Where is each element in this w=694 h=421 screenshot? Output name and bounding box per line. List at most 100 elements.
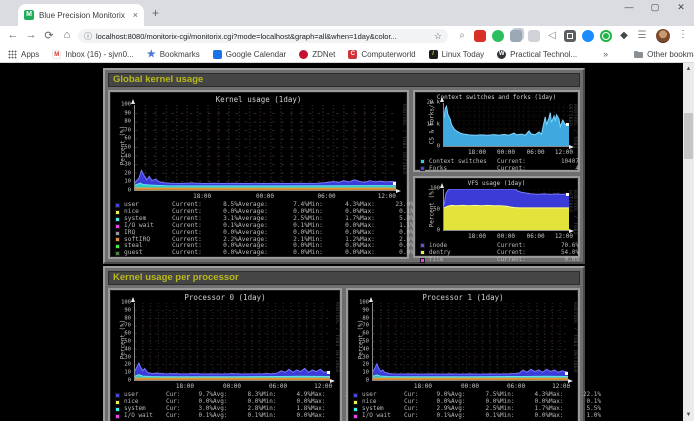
kernel-usage-graph[interactable]: Kernel usage (1day)Percent (%)0102030405… bbox=[108, 90, 409, 259]
x-axis-ticks: 18:0000:0006:0012:00 bbox=[443, 149, 569, 157]
graph-legend: userCur:9.0%Avg:7.5%Min:4.3%Max:22.1%nic… bbox=[353, 392, 575, 420]
processor-0-graph[interactable]: Processor 0 (1day)Percent (%)01020304050… bbox=[108, 288, 342, 421]
forward-icon[interactable]: → bbox=[24, 29, 38, 41]
bookmarks-overflow-chevron[interactable]: » bbox=[603, 49, 608, 59]
rrdtool-watermark: RRDTOOL / TOBI OETIKER bbox=[401, 104, 406, 175]
page-content: Global kernel usage Kernel usage (1day)P… bbox=[0, 63, 683, 421]
bookmark-inbox[interactable]: M Inbox (16) - sjvn0... bbox=[52, 50, 133, 59]
processor-1-graph[interactable]: Processor 1 (1day)Percent (%)01020304050… bbox=[346, 288, 580, 421]
gmail-extension-icon[interactable] bbox=[474, 30, 486, 42]
bookmark-apps[interactable]: Apps bbox=[8, 50, 39, 59]
legend-swatch-icon bbox=[115, 217, 120, 222]
graph-title: Processor 0 (1day) bbox=[110, 293, 340, 302]
speaker-extension-icon[interactable]: ◁ bbox=[546, 30, 558, 42]
legend-row: dentryCurrent:54.0% bbox=[420, 249, 575, 256]
bookmark-practical-technol[interactable]: W Practical Technol... bbox=[497, 50, 577, 59]
y-axis-ticks: 0102030405060708090100 bbox=[110, 303, 131, 381]
browser-menu-icon[interactable]: ⋮ bbox=[678, 29, 688, 40]
tab-strip: M Blue Precision Monitorix × + — ▢ ✕ bbox=[0, 0, 694, 26]
card-extension-icon[interactable] bbox=[528, 30, 540, 42]
tune-list-icon[interactable]: ☰ bbox=[636, 30, 648, 42]
green-badge-extension-icon[interactable] bbox=[492, 30, 504, 42]
tab-close-icon[interactable]: × bbox=[133, 10, 138, 20]
gmail-icon: M bbox=[52, 50, 61, 59]
x-axis-ticks: 18:0000:0006:0012:00 bbox=[134, 383, 330, 391]
search-extension-icon[interactable]: ⌕ bbox=[456, 30, 468, 42]
graph-legend: Context switchesCurrent:10407ForksCurren… bbox=[420, 158, 575, 172]
copy-extension-icon[interactable] bbox=[510, 30, 522, 42]
tab-title: Blue Precision Monitorix bbox=[39, 11, 128, 20]
reload-icon[interactable]: ⟳ bbox=[42, 29, 56, 42]
back-icon[interactable]: ← bbox=[6, 29, 20, 41]
scroll-down-icon[interactable]: ▼ bbox=[683, 409, 694, 421]
scroll-up-icon[interactable]: ▲ bbox=[683, 63, 694, 75]
data-end-dot bbox=[327, 371, 330, 374]
bookmark-linux-today[interactable]: / Linux Today bbox=[429, 50, 485, 59]
bookmark-bookmarks[interactable]: ★ Bookmarks bbox=[147, 50, 200, 59]
linux-today-icon: / bbox=[429, 50, 438, 59]
other-bookmarks[interactable]: Other bookmarks bbox=[634, 50, 694, 59]
new-tab-button[interactable]: + bbox=[152, 6, 159, 20]
plot-area bbox=[134, 105, 396, 191]
extensions-puzzle-icon[interactable]: ◆ bbox=[618, 30, 630, 42]
graph-legend: inodeCurrent:70.6%dentryCurrent:54.0%fil… bbox=[420, 242, 575, 264]
legend-swatch-icon bbox=[115, 414, 120, 419]
green-circle-extension-icon[interactable] bbox=[600, 30, 612, 42]
blue-rounded-extension-icon[interactable] bbox=[582, 30, 594, 42]
vfs-usage-graph[interactable]: VFS usage (1day)Percent (%)05010018:0000… bbox=[413, 176, 580, 258]
y-axis-ticks: 010 k20 k bbox=[415, 103, 440, 147]
y-axis-ticks: 050100 bbox=[415, 189, 440, 231]
plot-area bbox=[134, 303, 330, 381]
x-axis-arrow-icon bbox=[396, 189, 401, 193]
star-icon: ★ bbox=[147, 50, 156, 59]
y-axis-ticks: 0102030405060708090100 bbox=[110, 105, 131, 191]
page-scrollbar[interactable]: ▲ ▼ bbox=[683, 63, 694, 421]
y-axis-ticks: 0102030405060708090100 bbox=[348, 303, 369, 381]
legend-row: inodeCurrent:70.6% bbox=[420, 242, 575, 249]
bookmark-computerworld[interactable]: C Computerworld bbox=[348, 50, 415, 59]
bookmark-google-calendar[interactable]: Google Calendar bbox=[213, 50, 286, 59]
bookmark-zdnet[interactable]: ZDNet bbox=[299, 50, 335, 59]
legend-swatch-icon bbox=[115, 407, 120, 412]
address-bar[interactable]: ⓘ localhost:8080/monitorix-cgi/monitorix… bbox=[78, 29, 448, 43]
zdnet-icon bbox=[299, 50, 308, 59]
url-text[interactable]: localhost:8080/monitorix-cgi/monitorix.c… bbox=[96, 32, 430, 41]
legend-swatch-icon bbox=[420, 250, 425, 255]
plot-area bbox=[443, 103, 569, 147]
wordpress-icon: W bbox=[497, 50, 506, 59]
bookmarks-bar: Apps M Inbox (16) - sjvn0... ★ Bookmarks… bbox=[0, 46, 694, 63]
legend-row: guestCurrent:0.0%Average:0.0%Min:0.0%Max… bbox=[115, 250, 404, 257]
graph-legend: userCurrent:8.5%Average:7.4%Min:4.3%Max:… bbox=[115, 202, 404, 257]
browser-tab[interactable]: M Blue Precision Monitorix × bbox=[18, 4, 144, 26]
legend-swatch-icon bbox=[115, 251, 120, 256]
context-switches-graph[interactable]: Context switches and forks (1day)CS & fo… bbox=[413, 90, 580, 172]
x-axis-ticks: 18:0000:0006:0012:00 bbox=[372, 383, 568, 391]
legend-row: ForksCurrent:4 bbox=[420, 165, 575, 172]
maximize-button[interactable]: ▢ bbox=[650, 2, 660, 13]
scrollbar-thumb[interactable] bbox=[684, 113, 693, 159]
apps-grid-icon bbox=[8, 50, 17, 59]
bookmark-star-icon[interactable]: ☆ bbox=[434, 31, 442, 42]
section-kernel-usage-per-processor: Kernel usage per processor Processor 0 (… bbox=[103, 266, 585, 421]
graph-title: Kernel usage (1day) bbox=[110, 95, 407, 104]
legend-swatch-icon bbox=[115, 400, 120, 405]
legend-swatch-icon bbox=[420, 159, 425, 164]
x-axis-ticks: 18:0000:0006:0012:00 bbox=[134, 193, 396, 201]
browser-toolbar: ← → ⟳ ⌂ ⓘ localhost:8080/monitorix-cgi/m… bbox=[0, 26, 694, 46]
legend-swatch-icon bbox=[115, 210, 120, 215]
minimize-button[interactable]: — bbox=[624, 2, 634, 13]
monitorix-favicon-icon: M bbox=[24, 10, 34, 20]
info-icon[interactable]: ⓘ bbox=[84, 31, 92, 42]
y-axis-arrow-icon bbox=[131, 297, 135, 302]
graph-title: Processor 1 (1day) bbox=[348, 293, 578, 302]
data-end-dot bbox=[393, 182, 396, 185]
section-title: Kernel usage per processor bbox=[108, 271, 580, 285]
legend-swatch-icon bbox=[115, 224, 120, 229]
profile-avatar[interactable] bbox=[656, 29, 670, 43]
close-button[interactable]: ✕ bbox=[676, 2, 686, 13]
screenshot-extension-icon[interactable] bbox=[564, 30, 576, 42]
legend-swatch-icon bbox=[115, 244, 120, 249]
legend-swatch-icon bbox=[353, 393, 358, 398]
home-icon[interactable]: ⌂ bbox=[60, 29, 74, 41]
y-axis-arrow-icon bbox=[369, 297, 373, 302]
